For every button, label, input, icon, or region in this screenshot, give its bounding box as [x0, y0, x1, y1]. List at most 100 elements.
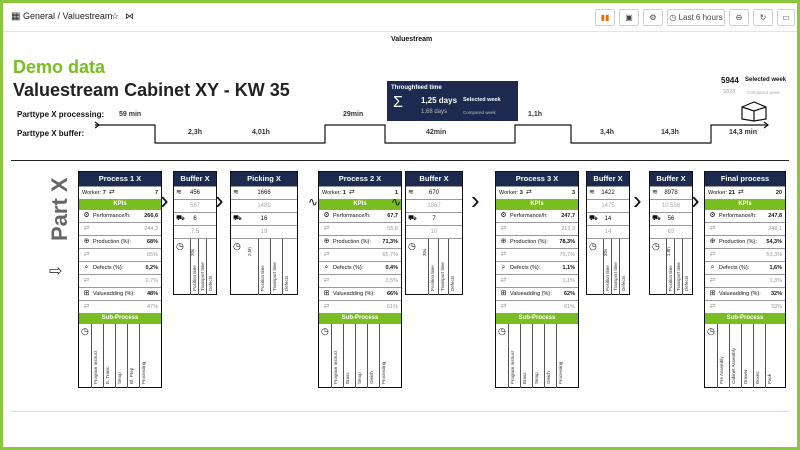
- kpi-label: Performance/h:: [93, 213, 131, 219]
- process-box-4[interactable]: Final process Worker: 21 ⇄ 20 KPIs ⚙ Performa…: [704, 171, 786, 388]
- sub-process-label: Program Instruct: [93, 350, 98, 384]
- buffer-title: Buffer X: [174, 172, 216, 186]
- stock-value: 670: [428, 190, 439, 196]
- compare-arrows-icon: ⇄: [709, 225, 716, 232]
- stock-compare-value: 1475: [601, 203, 615, 209]
- buffer-grid-line: [603, 239, 604, 295]
- sub-grid-line: [532, 324, 533, 388]
- compare-arrows-icon: ⇄: [83, 225, 90, 232]
- kpi-row: ⚙ Performance/h: 247,7: [496, 209, 578, 222]
- compare-arrows-icon: ⇄: [323, 277, 330, 284]
- kpi-icon: ⚙: [323, 212, 330, 219]
- stock-value: 8978: [664, 190, 678, 196]
- lines-value: 14: [604, 216, 612, 222]
- processing-time-1: 59 min: [119, 111, 142, 118]
- kpi-compare-row: ⇄ 213,9: [496, 222, 578, 235]
- worker-label: Worker:: [82, 190, 102, 196]
- cart-icon: ⛟: [176, 215, 185, 222]
- kpi-compare-value: 213,9: [561, 226, 575, 232]
- kpi-compare-row: ⇄ 0,7%: [79, 274, 161, 287]
- kpi-icon: ⚙: [500, 212, 507, 219]
- kpi-label: Defects (%):: [510, 265, 541, 271]
- process-box-2[interactable]: Process 2 X Worker: 1 ⇄ 1 KPIs ⚙ Performance/…: [318, 171, 402, 388]
- arrows-icon: ⇄: [108, 189, 115, 196]
- sub-process-header: Sub-Process: [705, 313, 785, 323]
- buffer-metric-label: Position time: [192, 265, 197, 291]
- arrows-icon: ⇄: [525, 189, 532, 196]
- lines-compare-value: 65: [667, 229, 675, 235]
- kpi-value: 78,3%: [559, 239, 575, 245]
- flow-wave-1: ∿: [308, 195, 319, 209]
- kpi-icon: ⊞: [709, 290, 716, 297]
- kpi-row: ⚙ Performance/h: 266,6: [79, 209, 161, 222]
- kpi-icon: ⚙: [709, 212, 716, 219]
- kpi-icon: ⚙: [83, 212, 90, 219]
- lines-compare-value: 10: [430, 229, 438, 235]
- kpi-compare-value: 65%: [146, 252, 158, 258]
- process-box-3[interactable]: Process 3 X Worker: 3 ⇄ 3 KPIs ⚙ Performance/…: [495, 171, 579, 388]
- processing-time-3: 1,1h: [528, 111, 543, 118]
- kpi-compare-row: ⇄ 65,7%: [319, 248, 401, 261]
- lines-compare-row: 10: [406, 225, 462, 238]
- compare-arrows-icon: ⇄: [83, 277, 90, 284]
- clock-icon: ◷: [707, 326, 715, 336]
- buffer-grid-line: [258, 239, 259, 295]
- sub-process-header: Sub-Process: [496, 313, 578, 323]
- kpi-compare-row: ⇄ 61%: [496, 300, 578, 313]
- worker-count: 1: [342, 190, 346, 196]
- process-title: Process 3 X: [496, 172, 578, 186]
- lines-compare-row: 65: [650, 225, 692, 238]
- kpi-row: ⚙ Performance/h: 247,8: [705, 209, 785, 222]
- kpi-label: Defects (%):: [93, 265, 124, 271]
- kpi-value: 54,3%: [766, 239, 782, 245]
- kpi-compare-value: 1,1%: [562, 278, 575, 284]
- worker-row: Worker: 1 ⇄ 1: [319, 186, 401, 199]
- arrows-icon: ⇄: [348, 189, 355, 196]
- kpi-label: Performance/h:: [510, 213, 548, 219]
- buffer-box-3[interactable]: Buffer X ≋ 670 1067 ⛟ 7 10 ◷ 30s Position time Tra…: [405, 171, 463, 295]
- lines-value: 7: [432, 216, 436, 222]
- sub-grid-line: [508, 324, 509, 388]
- process-title: Final process: [705, 172, 785, 186]
- worker-row: Worker: 3 ⇄ 3: [496, 186, 578, 199]
- sub-grid-line: [127, 324, 128, 388]
- kpi-compare-row: ⇄ 248,1: [705, 222, 785, 235]
- stock-row: ≋ 1422: [587, 186, 629, 199]
- buffer-time-1: 2,3h: [188, 129, 203, 136]
- buffer-box-4[interactable]: Buffer X ≋ 1422 1475 ⛟ 14 14 ◷ 20s Position time T…: [586, 171, 630, 295]
- worker-row: Worker: 21 ⇄ 20: [705, 186, 785, 199]
- lines-compare-value: 7,5: [190, 229, 200, 235]
- buffer-title: Buffer X: [587, 172, 629, 186]
- kpi-value: 247,8: [768, 213, 782, 219]
- sub-process-label: Boxes: [755, 371, 760, 384]
- compare-arrows-icon: ⇄: [500, 251, 507, 258]
- stock-compare-row: 1475: [587, 199, 629, 212]
- sub-process-grid: Pre Assembly Cabinet Assembly Drawer Boxes P…: [705, 323, 785, 388]
- kpi-value: 66%: [386, 291, 398, 297]
- kpi-row: ⊞ Valueadding (%): 66%: [319, 287, 401, 300]
- kpi-row: ⌕ Defects (%): 1,1%: [496, 261, 578, 274]
- buffer-box-5[interactable]: Buffer X ≋ 8978 10.556 ⛟ 56 65 ◷ 1,8h Position ti…: [649, 171, 693, 295]
- kpi-label: Valueadding (%):: [510, 291, 552, 297]
- buffer-box-1[interactable]: Buffer X ≋ 456 567 ⛟ 6 7,5 ◷ 20s Position time Tra…: [173, 171, 217, 295]
- kpi-compare-value: 55,8: [387, 226, 398, 232]
- lines-compare-value: 19: [260, 229, 268, 235]
- kpi-compare-row: ⇄ 55,8: [319, 222, 401, 235]
- buffer-grid-line: [448, 239, 449, 295]
- kpi-compare-value: 0,5%: [385, 278, 398, 284]
- worker-label: Worker:: [708, 190, 728, 196]
- buffer-grid-line: [619, 239, 620, 295]
- kpi-row: ⊕ Production (%): 71,3%: [319, 235, 401, 248]
- compare-arrows-icon: ⇄: [323, 225, 330, 232]
- kpi-compare-value: 244,3: [144, 226, 158, 232]
- sub-process-label: Setup: [534, 372, 539, 384]
- sub-process-label: Program Instruct: [510, 350, 515, 384]
- lines-value: 6: [193, 216, 197, 222]
- sub-grid-line: [115, 324, 116, 388]
- kpi-header: KPIs: [496, 199, 578, 209]
- process-box-1[interactable]: Process 1 X Worker: 7 ⇄ 7 KPIs ⚙ Performance/…: [78, 171, 162, 388]
- stock-value: 1666: [257, 190, 271, 196]
- buffer-box-2[interactable]: Picking X ≋ 1666 1489 ⛟ 16 19 ◷ 2,5h Position tim…: [230, 171, 298, 295]
- buffer-metric-label: Position time: [260, 265, 265, 291]
- compare-arrows-icon: ⇄: [83, 251, 90, 258]
